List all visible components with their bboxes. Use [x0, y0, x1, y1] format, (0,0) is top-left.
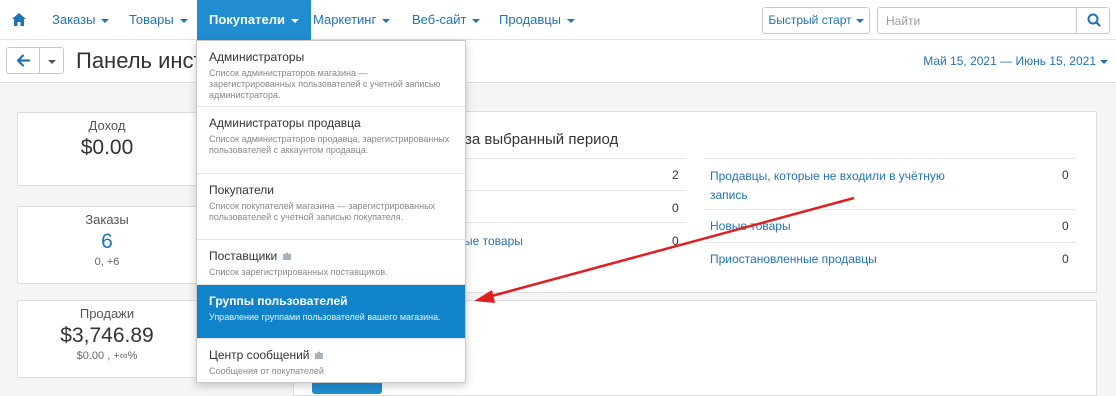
annotation-arrow: [474, 196, 855, 303]
